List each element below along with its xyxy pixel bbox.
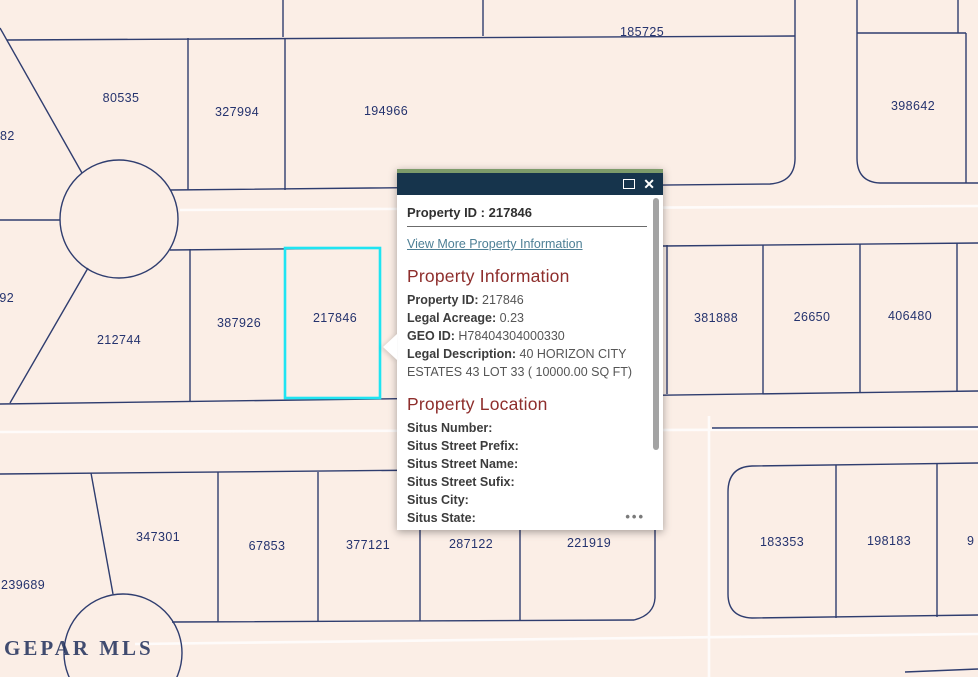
gepar-mls-watermark: GEPAR MLS xyxy=(4,636,154,660)
parcel-label: 327994 xyxy=(214,105,260,119)
field-situs-street-name: Situs Street Name: xyxy=(407,455,647,473)
field-label: Situs Street Sufix: xyxy=(407,475,515,489)
view-more-link[interactable]: View More Property Information xyxy=(407,237,583,251)
parcel-label: 194966 xyxy=(363,104,409,118)
field-value: 217846 xyxy=(482,293,524,307)
parcel-label: 67853 xyxy=(248,539,286,553)
parcel-label: 183353 xyxy=(759,535,805,549)
property-location-heading: Property Location xyxy=(407,394,548,414)
maximize-icon[interactable] xyxy=(623,179,636,189)
popup-scrollbar[interactable] xyxy=(653,198,659,450)
cul-de-sac-upper xyxy=(59,159,179,279)
property-information-heading: Property Information xyxy=(407,266,570,286)
parcel-label: 387926 xyxy=(216,316,262,330)
field-value: 0.23 xyxy=(499,311,524,325)
parcel-label: 381888 xyxy=(693,311,739,325)
close-icon[interactable]: ✕ xyxy=(643,177,655,191)
parcel-label: 217846 xyxy=(312,311,358,325)
field-situs-street-sufix: Situs Street Sufix: xyxy=(407,473,647,491)
popup-header: ✕ xyxy=(397,173,663,195)
field-legal-acreage: Legal Acreage: 0.23 xyxy=(407,309,647,327)
parcel-label: 212744 xyxy=(96,333,142,347)
field-label: Situs Street Name: xyxy=(407,457,519,471)
popup-pointer xyxy=(383,334,397,360)
field-label: Situs Number: xyxy=(407,421,493,435)
parcel-label: 80535 xyxy=(102,91,140,105)
field-situs-state: Situs State: xyxy=(407,509,647,527)
field-value: H78404304000330 xyxy=(458,329,565,343)
property-info-popup: ✕ Property ID : 217846 View More Propert… xyxy=(383,169,663,530)
field-label: Situs Street Prefix: xyxy=(407,439,519,453)
zoom-to-link[interactable]: Zoom to xyxy=(407,529,453,530)
parcel-label: 26650 xyxy=(793,310,831,324)
parcel-label: 221919 xyxy=(566,536,612,550)
parcel-label: 406480 xyxy=(887,309,933,323)
field-situs-street-prefix: Situs Street Prefix: xyxy=(407,437,647,455)
parcel-label: 9 xyxy=(967,534,975,548)
divider xyxy=(407,226,647,227)
ellipsis-icon[interactable]: ••• xyxy=(625,509,645,524)
field-situs-number: Situs Number: xyxy=(407,419,647,437)
field-label: GEO ID: xyxy=(407,329,455,343)
field-geo-id: GEO ID: H78404304000330 xyxy=(407,327,647,345)
field-label: Situs State: xyxy=(407,511,476,525)
field-label: Situs City: xyxy=(407,493,469,507)
parcel-label: 392 xyxy=(0,291,15,305)
popup-body: Property ID : 217846 View More Property … xyxy=(397,195,663,530)
parcel-label: 287122 xyxy=(448,537,494,551)
parcel-label: 398642 xyxy=(890,99,936,113)
field-legal-description: Legal Description: 40 HORIZON CITY ESTAT… xyxy=(407,345,647,381)
parcel-label: 347301 xyxy=(135,530,181,544)
parcel-label: 239689 xyxy=(1,578,46,592)
field-label: Property ID: xyxy=(407,293,479,307)
field-situs-city: Situs City: xyxy=(407,491,647,509)
parcel-label: 198183 xyxy=(866,534,912,548)
field-label: Legal Acreage: xyxy=(407,311,497,325)
parcel-label: 82 xyxy=(0,129,15,143)
parcel-label: 377121 xyxy=(345,538,391,552)
parcel-map[interactable]: 185725 80535 327994 194966 398642 82 392… xyxy=(0,0,978,677)
parcel-label: 185725 xyxy=(619,25,665,39)
popup-title: Property ID : 217846 xyxy=(407,205,533,220)
field-label: Legal Description: xyxy=(407,347,517,361)
field-property-id: Property ID: 217846 xyxy=(407,291,647,309)
